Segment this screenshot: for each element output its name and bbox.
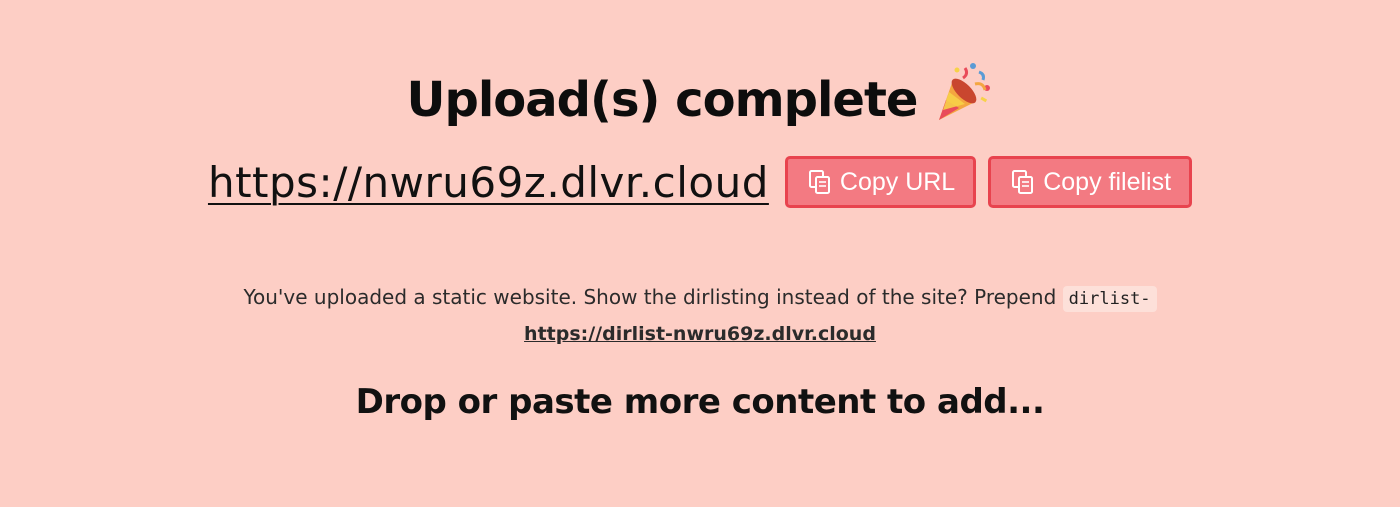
copy-icon bbox=[806, 168, 834, 196]
title-row: Upload(s) complete bbox=[0, 60, 1400, 140]
upload-url-link[interactable]: https://nwru69z.dlvr.cloud bbox=[208, 158, 769, 207]
copy-url-button[interactable]: Copy URL bbox=[784, 156, 977, 208]
dropzone-prompt[interactable]: Drop or paste more content to add... bbox=[0, 382, 1400, 422]
notice-text: You've uploaded a static website. Show t… bbox=[243, 285, 1057, 309]
notice-line: You've uploaded a static website. Show t… bbox=[0, 280, 1400, 316]
dirlist-link[interactable]: https://dirlist-nwru69z.dlvr.cloud bbox=[524, 317, 876, 351]
copy-filelist-button[interactable]: Copy filelist bbox=[988, 156, 1193, 208]
copy-filelist-label: Copy filelist bbox=[1043, 167, 1172, 196]
page-title: Upload(s) complete bbox=[406, 72, 919, 128]
dirlist-prefix-code: dirlist- bbox=[1062, 286, 1157, 312]
copy-url-label: Copy URL bbox=[839, 167, 956, 196]
copy-icon bbox=[1009, 168, 1037, 196]
share-url-row: https://nwru69z.dlvr.cloud Copy URL Copy… bbox=[0, 150, 1400, 214]
static-site-notice: You've uploaded a static website. Show t… bbox=[0, 280, 1400, 351]
party-popper-icon bbox=[931, 62, 993, 124]
